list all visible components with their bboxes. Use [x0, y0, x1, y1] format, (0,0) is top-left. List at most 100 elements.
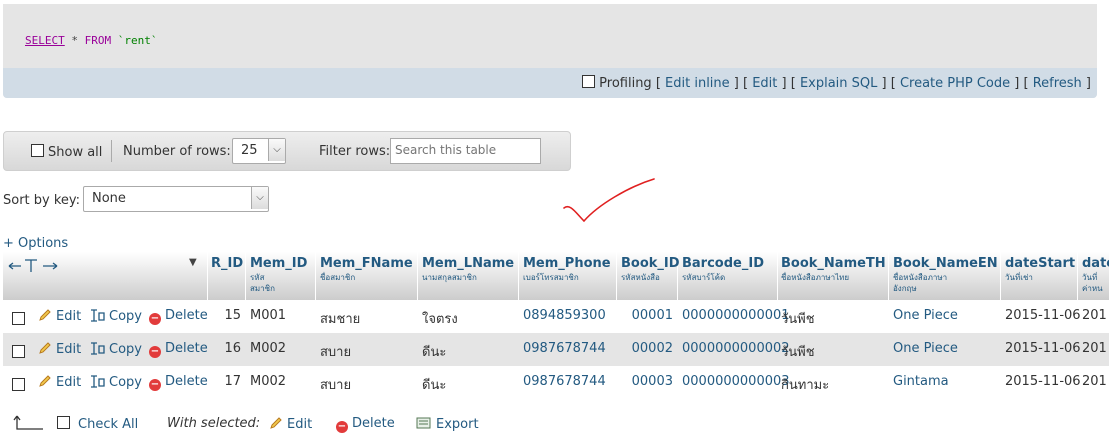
- cell-mem-phone[interactable]: 0894859300: [523, 308, 606, 323]
- sort-arrow-down-icon[interactable]: ▼: [189, 257, 197, 268]
- header-mem-fname[interactable]: Mem_FName ชื่อสมาชิก: [316, 252, 418, 300]
- chevron-down-icon: ⌵: [251, 187, 268, 209]
- number-of-rows-value: 25: [241, 143, 258, 158]
- header-book-name-th[interactable]: Book_NameTH ชื่อหนังสือภาษาไทย: [777, 252, 889, 300]
- cell-mem-lname: ดีนะ: [422, 345, 447, 360]
- bulk-delete-button[interactable]: − Delete: [336, 416, 395, 433]
- filter-rows-field[interactable]: [390, 138, 541, 164]
- delete-icon: −: [336, 421, 348, 433]
- cell-mem-id: M002: [250, 374, 287, 389]
- arrow-up-left-icon: [13, 415, 43, 430]
- copy-icon: [91, 309, 105, 322]
- row-delete-button[interactable]: − Delete: [149, 341, 208, 358]
- refresh-link[interactable]: Refresh: [1033, 76, 1082, 91]
- filter-rows-label: Filter rows:: [319, 144, 391, 159]
- bulk-actions-bar: Check All With selected: Edit − Delete Ex…: [3, 410, 1109, 438]
- cell-mem-id: M001: [250, 308, 287, 323]
- row-delete-button[interactable]: − Delete: [149, 374, 208, 391]
- explain-sql-link[interactable]: Explain SQL: [800, 76, 877, 91]
- cell-date-end: 201: [1082, 308, 1107, 323]
- bulk-export-button[interactable]: Export: [416, 416, 479, 432]
- cell-book-name-en[interactable]: One Piece: [893, 341, 958, 356]
- create-php-code-link[interactable]: Create PHP Code: [900, 76, 1010, 91]
- header-actions-cell: ▼: [3, 252, 208, 300]
- number-of-rows-select[interactable]: 25 ⌵: [232, 138, 286, 164]
- sql-from-keyword: FROM: [84, 34, 112, 47]
- cell-date-start: 2015-11-06: [1005, 374, 1081, 389]
- cell-barcode-id[interactable]: 0000000000002: [682, 341, 790, 356]
- row-edit-button[interactable]: Edit: [38, 341, 81, 357]
- edit-query-link[interactable]: Edit: [752, 76, 777, 91]
- header-book-name-en[interactable]: Book_NameEN ชื่อหนังสือภาษา อังกฤษ: [889, 252, 1001, 300]
- cell-r-id: 15: [224, 308, 241, 323]
- table-row: Edit Copy − Delete 17 M002 สบาย ดีนะ 0987…: [3, 366, 1109, 399]
- export-icon: [416, 417, 431, 429]
- row-edit-button[interactable]: Edit: [38, 308, 81, 324]
- cell-date-end: 201: [1082, 341, 1107, 356]
- header-barcode-id[interactable]: Barcode_ID รหัสบาร์โค้ด: [678, 252, 778, 300]
- show-all-checkbox[interactable]: [31, 144, 44, 157]
- pencil-icon: [39, 375, 51, 387]
- header-mem-id[interactable]: Mem_ID รหัส สมาชิก: [246, 252, 316, 300]
- sql-query-box: SELECT * FROM `rent` Profiling [ Edit in…: [3, 4, 1097, 98]
- cell-barcode-id[interactable]: 0000000000001: [682, 308, 790, 323]
- cell-date-end: 201: [1082, 374, 1107, 389]
- cell-book-name-en[interactable]: Gintama: [893, 374, 949, 389]
- row-checkbox[interactable]: [12, 312, 25, 325]
- table-header: ▼ R_ID Mem_ID รหัส สมาชิก Mem_FName ชื่อสม…: [3, 252, 1109, 300]
- sql-query-text: SELECT * FROM `rent`: [25, 34, 157, 47]
- table-row: Edit Copy − Delete 16 M002 สบาย ดีนะ 0987…: [3, 333, 1109, 366]
- row-copy-button[interactable]: Copy: [89, 341, 142, 357]
- delete-icon: −: [149, 313, 161, 325]
- row-edit-button[interactable]: Edit: [38, 374, 81, 390]
- row-copy-button[interactable]: Copy: [89, 374, 142, 390]
- header-mem-phone[interactable]: Mem_Phone เบอร์โทรสมาชิก: [519, 252, 617, 300]
- edit-inline-link[interactable]: Edit inline: [665, 76, 730, 91]
- sort-by-key-value: None: [92, 191, 126, 206]
- profiling-checkbox[interactable]: [582, 75, 596, 88]
- delete-icon: −: [149, 379, 161, 391]
- header-book-id[interactable]: Book_ID รหัสหนังสือ: [617, 252, 680, 300]
- sql-select-keyword[interactable]: SELECT: [25, 34, 65, 47]
- cell-barcode-id[interactable]: 0000000000003: [682, 374, 790, 389]
- check-all-checkbox[interactable]: [57, 416, 70, 429]
- column-resize-arrows-icon[interactable]: [7, 258, 59, 274]
- table-row: Edit Copy − Delete 15 M001 สมชาย ใจตรง 08…: [3, 300, 1109, 333]
- cell-mem-phone[interactable]: 0987678744: [523, 374, 606, 389]
- pencil-icon: [39, 342, 51, 354]
- row-copy-button[interactable]: Copy: [89, 308, 142, 324]
- cell-book-id[interactable]: 00003: [617, 374, 673, 389]
- sort-by-key-select[interactable]: None ⌵: [83, 186, 269, 212]
- cell-mem-fname: สบาย: [320, 378, 352, 393]
- bulk-edit-button[interactable]: Edit: [269, 416, 312, 432]
- cell-book-name-th: วันพีช: [781, 312, 815, 327]
- header-mem-lname[interactable]: Mem_LName นามสกุลสมาชิก: [418, 252, 519, 300]
- check-all-control[interactable]: Check All: [57, 416, 138, 432]
- cell-book-name-en[interactable]: One Piece: [893, 308, 958, 323]
- show-all-control[interactable]: Show all: [31, 144, 102, 160]
- table-navigation-bar: Show all Number of rows: 25 ⌵ Filter row…: [3, 131, 571, 171]
- cell-mem-phone[interactable]: 0987678744: [523, 341, 606, 356]
- cell-book-id[interactable]: 00002: [617, 341, 673, 356]
- row-checkbox[interactable]: [12, 378, 25, 391]
- cell-mem-id: M002: [250, 341, 287, 356]
- search-input[interactable]: [391, 139, 535, 161]
- header-r-id[interactable]: R_ID: [207, 252, 246, 300]
- divider: [111, 140, 112, 162]
- checkmark-annotation-icon: [563, 178, 655, 223]
- profiling-label: Profiling: [599, 76, 652, 91]
- delete-icon: −: [149, 346, 161, 358]
- number-of-rows-label: Number of rows:: [123, 144, 231, 159]
- cell-mem-fname: สมชาย: [320, 312, 361, 327]
- row-checkbox[interactable]: [12, 345, 25, 358]
- cell-date-start: 2015-11-06: [1005, 308, 1081, 323]
- header-date-end[interactable]: dateวันที่ ค่าหน: [1078, 252, 1109, 300]
- options-link[interactable]: + Options: [3, 236, 68, 251]
- header-date-start[interactable]: dateStart วันที่เช่า: [1001, 252, 1078, 300]
- cell-book-id[interactable]: 00001: [617, 308, 673, 323]
- sql-table-name: `rent`: [111, 34, 158, 47]
- row-delete-button[interactable]: − Delete: [149, 308, 208, 325]
- with-selected-label: With selected:: [167, 416, 261, 431]
- cell-mem-fname: สบาย: [320, 345, 352, 360]
- pencil-icon: [39, 309, 51, 321]
